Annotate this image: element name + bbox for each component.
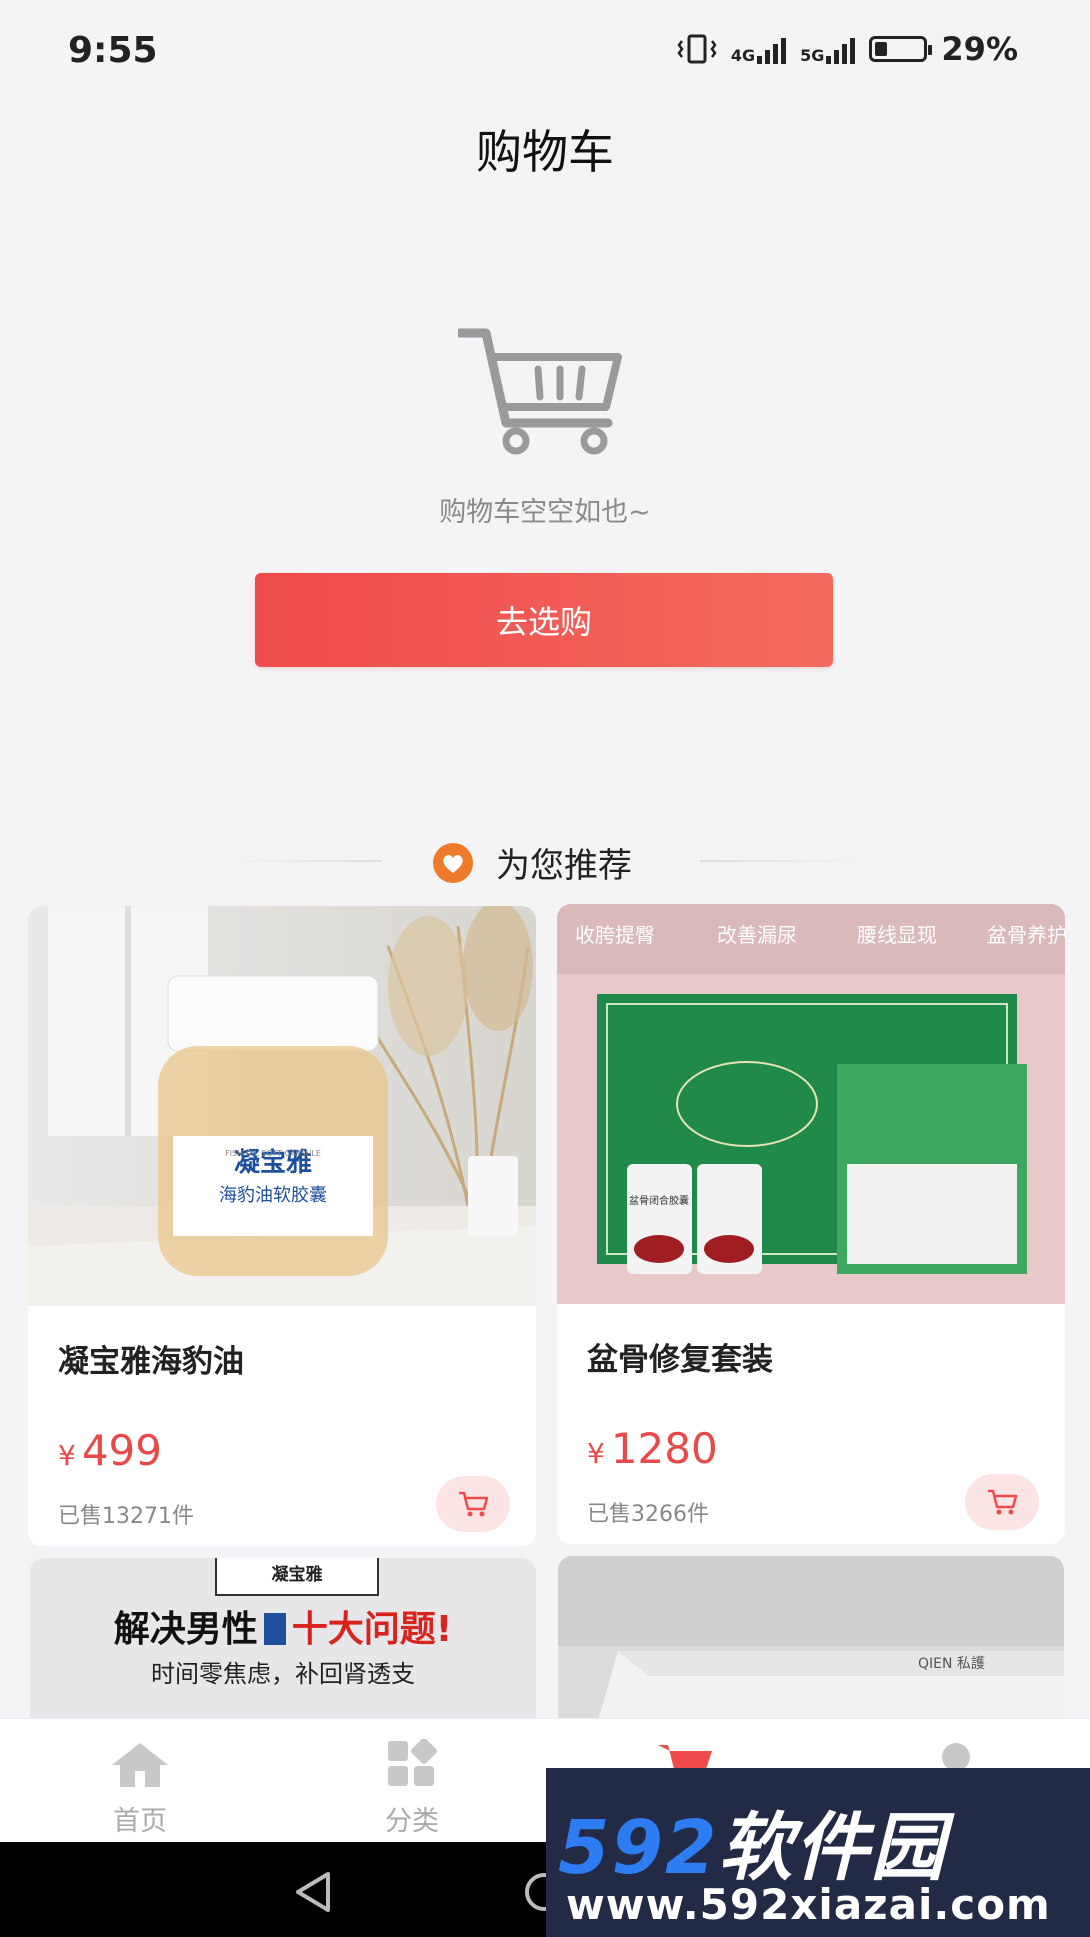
nav-label-home: 首页 <box>113 1806 167 1837</box>
cart-icon <box>459 1491 489 1517</box>
nav-item-home[interactable]: 首页 <box>40 1719 240 1843</box>
add-to-cart-button[interactable] <box>436 1476 510 1532</box>
product-image: 收胯提臀 改善漏尿 腰线显现 盆骨养护 盆骨闭合胶囊 <box>557 904 1065 1304</box>
battery-percent: 29% <box>941 30 1018 68</box>
battery-icon <box>869 36 933 62</box>
back-icon[interactable] <box>292 1870 336 1914</box>
add-to-cart-button[interactable] <box>965 1474 1039 1530</box>
status-time: 9:55 <box>68 30 158 71</box>
product-sold-count: 已售13271件 <box>58 1504 194 1529</box>
network-5g-label: 5G <box>800 46 825 65</box>
nav-item-category[interactable]: 分类 <box>312 1719 512 1843</box>
svg-text:改善漏尿: 改善漏尿 <box>717 923 797 947</box>
product-name: 凝宝雅海豹油 <box>58 1344 244 1380</box>
promo-headline: 解决男性 十大问题! <box>113 1609 453 1650</box>
product-card[interactable]: 收胯提臀 改善漏尿 腰线显现 盆骨养护 盆骨闭合胶囊 盆骨修复套装 ¥1280 … <box>557 904 1065 1544</box>
page-title: 购物车 <box>476 125 614 179</box>
home-icon <box>112 1743 168 1787</box>
recommend-title: 为您推荐 <box>496 846 632 886</box>
go-shopping-button[interactable]: 去选购 <box>255 573 833 667</box>
svg-text:盆骨闭合胶囊: 盆骨闭合胶囊 <box>629 1194 689 1207</box>
svg-text:FISH OIL SOFT CAPSULE: FISH OIL SOFT CAPSULE <box>225 1149 321 1158</box>
promo-subtitle: 时间零焦虑，补回肾透支 <box>151 1660 415 1688</box>
product-name: 盆骨修复套装 <box>587 1342 773 1378</box>
vibrate-icon <box>677 34 717 64</box>
empty-cart-message: 购物车空空如也~ <box>439 497 651 528</box>
watermark: 592软件园 www.592xiazai.com <box>546 1768 1090 1937</box>
nav-label-category: 分类 <box>385 1806 439 1837</box>
product-price: ¥1280 <box>587 1424 718 1473</box>
svg-text:QIEN 私護: QIEN 私護 <box>918 1656 985 1672</box>
svg-text:腰线显现: 腰线显现 <box>857 923 937 947</box>
svg-text:收胯提臀: 收胯提臀 <box>575 923 655 947</box>
empty-cart-icon <box>458 328 622 455</box>
signal-icon <box>757 34 787 64</box>
svg-text:盆骨养护: 盆骨养护 <box>987 923 1065 947</box>
status-icons: 4G 5G 29% <box>677 30 1018 68</box>
watermark-url: www.592xiazai.com <box>566 1880 1051 1929</box>
product-card[interactable]: 凝宝雅 海豹油软胶囊 FISH OIL SOFT CAPSULE 凝宝雅海豹油 … <box>28 906 536 1546</box>
watermark-logo: 592软件园 <box>558 1805 947 1891</box>
network-4g-label: 4G <box>730 46 756 65</box>
brand-label: 凝宝雅 <box>215 1558 379 1596</box>
svg-text:海豹油软胶囊: 海豹油软胶囊 <box>219 1185 327 1206</box>
product-sold-count: 已售3266件 <box>587 1502 709 1527</box>
product-price: ¥499 <box>58 1426 162 1475</box>
divider <box>700 860 860 862</box>
divider <box>232 860 382 862</box>
heart-icon <box>433 843 473 883</box>
cart-icon <box>988 1489 1018 1515</box>
category-icon <box>388 1739 437 1786</box>
signal-icon <box>826 34 856 64</box>
product-image: 凝宝雅 海豹油软胶囊 FISH OIL SOFT CAPSULE <box>28 906 536 1306</box>
